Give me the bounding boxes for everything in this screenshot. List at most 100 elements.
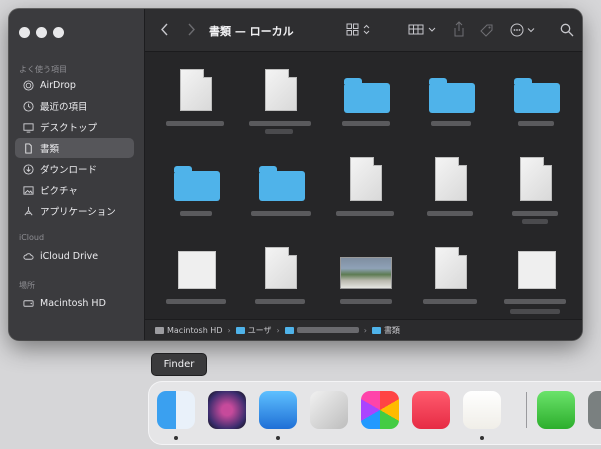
folder-name-blurred — [180, 211, 212, 216]
siri-app-icon[interactable] — [208, 391, 246, 429]
file-name-blurred — [255, 299, 305, 304]
app-icon-grey[interactable] — [310, 391, 348, 429]
sidebar-item-documents[interactable]: 書類 — [15, 138, 134, 158]
app-icon-partial[interactable] — [588, 391, 601, 429]
file-name-blurred — [427, 211, 473, 216]
app-icon-green[interactable] — [537, 391, 575, 429]
document-icon — [180, 69, 212, 111]
file-name-blurred — [249, 121, 311, 126]
folder-name-blurred — [518, 121, 554, 126]
disk-icon — [21, 298, 35, 309]
toolbar: 書類 — ローカル — [145, 9, 582, 52]
path-segment-disk[interactable]: Macintosh HD — [155, 326, 222, 335]
folder-icon — [259, 166, 305, 201]
search-icon[interactable] — [560, 23, 574, 37]
file-name-blurred — [423, 299, 477, 304]
sidebar-item-label: iCloud Drive — [40, 250, 99, 262]
back-icon[interactable] — [161, 23, 169, 36]
sidebar-item-label: ダウンロード — [40, 165, 98, 176]
document-icon — [265, 69, 297, 111]
file-name-blurred — [166, 299, 226, 304]
icon-view-icon[interactable] — [346, 23, 372, 36]
tag-icon[interactable] — [479, 23, 494, 38]
sidebar: よく使う項目 AirDrop 最近の項目 デスクトップ 書類 ダウンロード ピク… — [9, 9, 145, 340]
photos-app-icon[interactable] — [361, 391, 399, 429]
clock-icon — [21, 100, 35, 112]
cloud-icon — [21, 251, 35, 262]
mail-app-icon[interactable] — [259, 391, 297, 429]
document-icon — [265, 247, 297, 289]
download-icon — [21, 163, 35, 175]
share-icon[interactable] — [453, 21, 465, 37]
sidebar-item-downloads[interactable]: ダウンロード — [15, 159, 134, 179]
file-name-blurred — [504, 299, 566, 304]
more-actions-icon[interactable] — [510, 23, 538, 37]
running-indicator — [480, 436, 484, 440]
finder-app-icon[interactable] — [157, 391, 195, 429]
sidebar-item-label: AirDrop — [40, 79, 76, 91]
folder-icon — [514, 78, 560, 113]
applications-icon — [21, 206, 35, 217]
desktop-icon — [21, 122, 35, 133]
sidebar-item-label: 最近の項目 — [40, 102, 88, 113]
image-file-icon — [518, 251, 556, 289]
folder-icon — [174, 166, 220, 201]
window-controls — [19, 27, 64, 38]
document-icon — [520, 157, 552, 201]
file-name-blurred — [336, 211, 394, 216]
sidebar-item-recents[interactable]: 最近の項目 — [15, 96, 134, 116]
music-app-icon[interactable] — [412, 391, 450, 429]
path-segment-documents[interactable]: 書類 — [371, 325, 400, 336]
path-segment-user[interactable] — [284, 326, 359, 334]
window-title: 書類 — ローカル — [209, 25, 294, 38]
file-name-blurred — [512, 211, 558, 216]
chevron-right-icon: › — [227, 325, 231, 335]
image-file-icon — [178, 251, 216, 289]
zoom-window-button[interactable] — [53, 27, 64, 38]
content-area: 書類 — ローカル Macintosh HD › ユーザ › › 書類 — [145, 9, 582, 340]
group-view-icon[interactable] — [408, 23, 438, 36]
document-icon — [435, 157, 467, 201]
document-icon — [350, 157, 382, 201]
chevron-right-icon: › — [363, 325, 367, 335]
sidebar-item-icloud-drive[interactable]: iCloud Drive — [15, 246, 134, 266]
dock-separator — [526, 392, 527, 428]
sidebar-item-label: ピクチャ — [40, 186, 78, 197]
forward-icon[interactable] — [187, 23, 195, 36]
sidebar-item-desktop[interactable]: デスクトップ — [15, 117, 134, 137]
photo-icon — [21, 185, 35, 196]
chevron-right-icon: › — [276, 325, 280, 335]
sidebar-item-macintosh-hd[interactable]: Macintosh HD — [15, 293, 134, 313]
folder-icon — [344, 78, 390, 113]
path-segment-users[interactable]: ユーザ — [235, 325, 272, 336]
airdrop-icon — [21, 79, 35, 91]
sidebar-item-airdrop[interactable]: AirDrop — [15, 75, 134, 95]
document-icon — [21, 142, 35, 154]
disk-icon — [155, 326, 164, 334]
sidebar-item-label: アプリケーション — [40, 207, 116, 218]
sidebar-item-label: Macintosh HD — [40, 297, 106, 309]
file-name-blurred — [166, 121, 224, 126]
sidebar-section-icloud-heading: iCloud — [19, 233, 45, 242]
finder-window: よく使う項目 AirDrop 最近の項目 デスクトップ 書類 ダウンロード ピク… — [9, 9, 582, 340]
sidebar-item-pictures[interactable]: ピクチャ — [15, 180, 134, 200]
minimize-window-button[interactable] — [36, 27, 47, 38]
folder-name-blurred — [342, 121, 390, 126]
sidebar-item-label: デスクトップ — [40, 123, 98, 134]
folder-icon — [284, 326, 294, 334]
folder-icon — [371, 326, 381, 334]
sidebar-section-favorites-heading: よく使う項目 — [19, 65, 67, 74]
user-name-blurred — [296, 327, 359, 333]
file-name-blurred — [340, 299, 392, 304]
sidebar-section-locations-heading: 場所 — [19, 281, 35, 290]
photo-thumbnail — [340, 257, 392, 289]
finder-tooltip: Finder — [151, 353, 207, 376]
close-window-button[interactable] — [19, 27, 30, 38]
path-bar: Macintosh HD › ユーザ › › 書類 — [145, 319, 582, 340]
sidebar-item-applications[interactable]: アプリケーション — [15, 201, 134, 221]
folder-icon — [429, 78, 475, 113]
browser-app-icon[interactable] — [463, 391, 501, 429]
sidebar-item-label: 書類 — [40, 144, 60, 155]
folder-name-blurred — [251, 211, 311, 216]
document-icon — [435, 247, 467, 289]
